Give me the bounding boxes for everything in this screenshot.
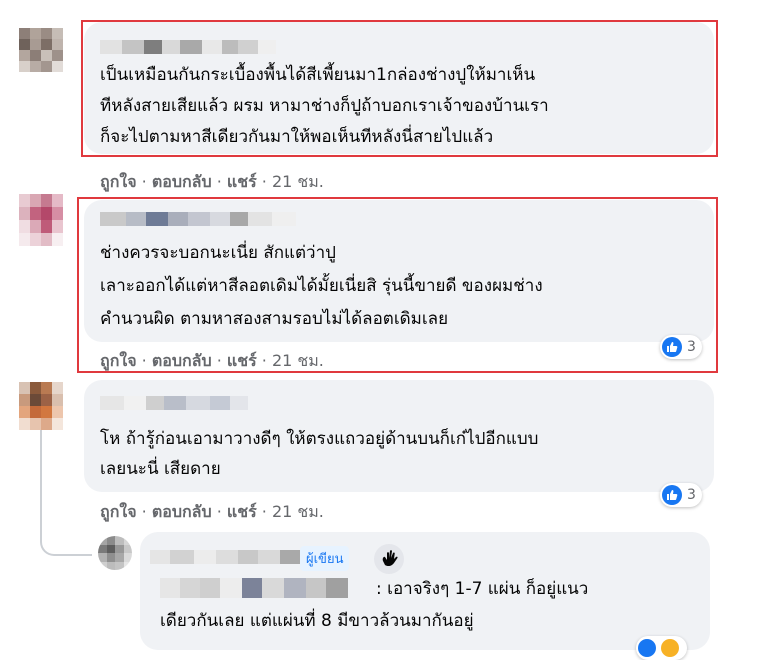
reply-link[interactable]: ตอบกลับ: [152, 351, 212, 370]
author-name-blurred[interactable]: [100, 396, 248, 410]
reaction-summary[interactable]: [636, 636, 687, 660]
wave-icon: [374, 544, 404, 574]
author-badge: ผู้เขียน: [300, 546, 350, 571]
reaction-summary[interactable]: 3: [660, 483, 702, 507]
reply-link[interactable]: ตอบกลับ: [152, 172, 212, 191]
avatar[interactable]: [19, 382, 63, 430]
share-link[interactable]: แชร์: [227, 172, 257, 191]
timestamp[interactable]: 21 ชม.: [272, 502, 324, 521]
timestamp[interactable]: 21 ชม.: [272, 172, 324, 191]
comment-actions: ถูกใจ · ตอบกลับ · แชร์ · 21 ชม.: [100, 502, 324, 521]
haha-icon: [661, 639, 679, 657]
author-name-blurred[interactable]: [150, 550, 300, 564]
share-link[interactable]: แชร์: [227, 351, 257, 370]
like-icon: [638, 639, 656, 657]
like-link[interactable]: ถูกใจ: [100, 502, 137, 521]
highlight-box: [81, 20, 718, 157]
timestamp[interactable]: 21 ชม.: [272, 351, 324, 370]
reply-text-line: เดียวกันเลย แต่แผ่นที่ 8 มีขาวล้วนมากันอ…: [160, 611, 474, 631]
like-link[interactable]: ถูกใจ: [100, 172, 137, 191]
comment-text-line: โห ถ้ารู้ก่อนเอามาวางดีๆ ให้ตรงแถวอยู่ด้…: [100, 429, 539, 449]
share-link[interactable]: แชร์: [227, 502, 257, 521]
thread-line-curve: [40, 540, 92, 556]
reply-link[interactable]: ตอบกลับ: [152, 502, 212, 521]
avatar[interactable]: [19, 28, 63, 72]
avatar[interactable]: [98, 536, 132, 570]
thread-line: [40, 430, 42, 542]
comment-actions: ถูกใจ · ตอบกลับ · แชร์ · 21 ชม.: [100, 351, 324, 370]
comment-actions: ถูกใจ · ตอบกลับ · แชร์ · 21 ชม.: [100, 172, 324, 191]
reply-text-line: : เอาจริงๆ 1-7 แผ่น ก็อยู่แนว: [376, 579, 589, 599]
like-link[interactable]: ถูกใจ: [100, 351, 137, 370]
like-icon: [662, 485, 682, 505]
comment-text-line: เลยนะนี่ เสียดาย: [100, 459, 221, 479]
mentioned-name-blurred[interactable]: [160, 578, 348, 598]
reaction-count: 3: [687, 487, 696, 503]
avatar[interactable]: [19, 194, 63, 246]
highlight-box: [77, 197, 718, 373]
